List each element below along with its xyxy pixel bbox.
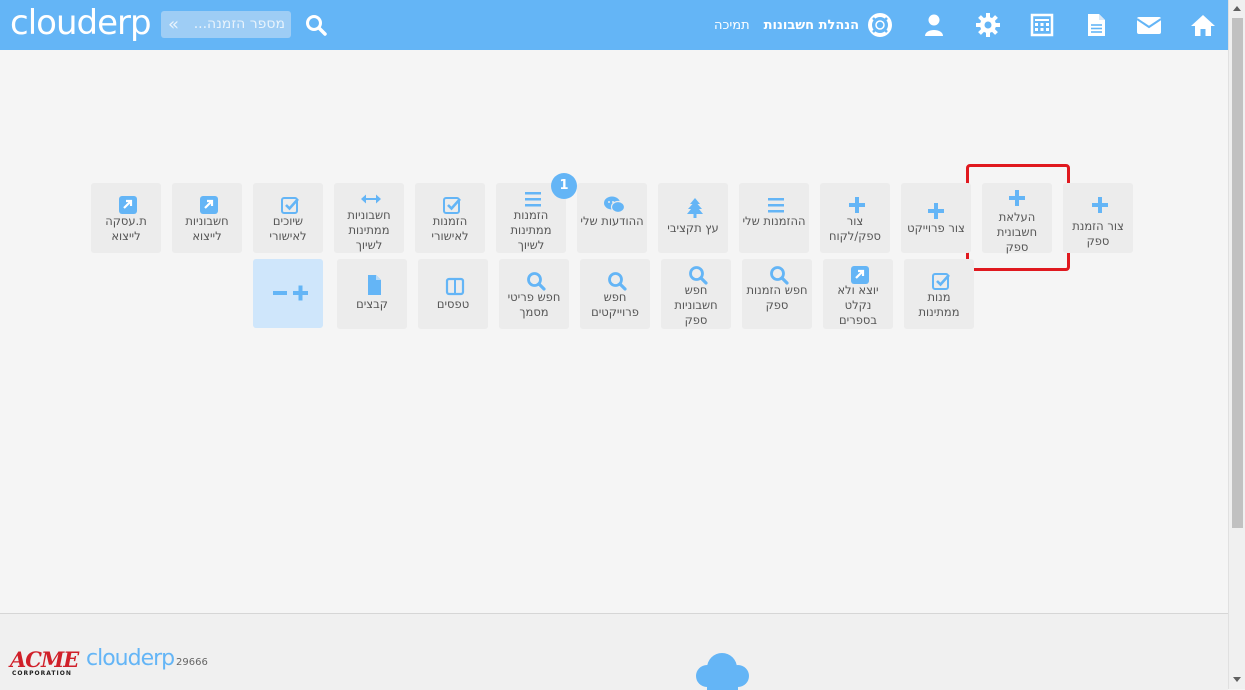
tile-files[interactable]: קבצים bbox=[337, 259, 407, 329]
app-logo[interactable]: clouderp bbox=[10, 3, 152, 43]
order-search-input[interactable]: « מספר הזמנה... bbox=[161, 11, 291, 38]
tile-label: צור ספק/לקוח bbox=[828, 214, 882, 243]
tile-pending-batches[interactable]: מנות ממתינות bbox=[904, 259, 974, 329]
plus-icon bbox=[849, 197, 865, 213]
tile-label: חפש פריטי מסמך bbox=[507, 290, 561, 319]
version-number: 29666 bbox=[176, 657, 208, 668]
columns-icon bbox=[445, 277, 465, 296]
tile-my-messages[interactable]: ההודעות שלי bbox=[577, 183, 647, 253]
chat-icon bbox=[604, 196, 625, 214]
tile-create-supplier-customer[interactable]: צור ספק/לקוח bbox=[820, 183, 890, 253]
plus-icon bbox=[1009, 190, 1025, 206]
tile-search-projects[interactable]: חפש פרוייקטים bbox=[580, 259, 650, 329]
search-icon bbox=[608, 272, 627, 291]
top-bar: clouderp « מספר הזמנה... הנהלת חשבונות תמ… bbox=[0, 0, 1228, 50]
tile-label: טפסים bbox=[436, 297, 470, 311]
tile-invoices-pending-assignment[interactable]: חשבוניות ממתינות לשיוך bbox=[334, 183, 404, 253]
list-icon bbox=[525, 192, 541, 207]
mail-icon[interactable] bbox=[1136, 12, 1162, 38]
file-icon bbox=[368, 275, 381, 295]
search-placeholder: מספר הזמנה... bbox=[193, 16, 285, 32]
tile-budget-tree[interactable]: עץ תקציבי bbox=[658, 183, 728, 253]
plus-icon bbox=[928, 203, 944, 219]
scroll-up-arrow-icon[interactable] bbox=[1233, 6, 1241, 11]
tile-label: צור הזמנת ספק bbox=[1072, 219, 1124, 248]
tile-label: עץ תקציבי bbox=[667, 221, 719, 235]
tile-label: העלאת חשבונית ספק bbox=[996, 210, 1038, 254]
top-nav: הנהלת חשבונות תמיכה bbox=[700, 14, 859, 36]
export-icon bbox=[200, 196, 218, 214]
tile-label: מנות ממתינות bbox=[918, 290, 960, 319]
plus-icon bbox=[1092, 197, 1108, 213]
tile-invoices-for-export[interactable]: חשבוניות לייצוא bbox=[172, 183, 242, 253]
export-icon bbox=[851, 266, 869, 284]
footer-clouderp-logo: clouderp bbox=[86, 646, 175, 671]
scroll-down-arrow-icon[interactable] bbox=[1233, 677, 1241, 682]
tile-label: יוצא ולא נקלט בספרים bbox=[837, 283, 879, 327]
acme-logo-sub: CORPORATION bbox=[12, 670, 72, 677]
export-icon bbox=[119, 196, 137, 214]
tree-icon bbox=[687, 198, 703, 218]
tile-label: חפש חשבוניות ספק bbox=[674, 283, 718, 327]
check-icon bbox=[932, 273, 950, 290]
double-chevron-left-icon[interactable]: « bbox=[168, 11, 179, 38]
tile-label: חפש פרוייקטים bbox=[591, 290, 639, 319]
tile-label: חשבוניות לייצוא bbox=[185, 214, 229, 243]
tile-exported-not-recorded[interactable]: יוצא ולא נקלט בספרים bbox=[823, 259, 893, 329]
tile-label: ההזמנות שלי bbox=[742, 214, 806, 228]
gear-icon[interactable] bbox=[975, 12, 1001, 38]
cloud-icon bbox=[696, 653, 749, 690]
search-icon[interactable] bbox=[304, 12, 328, 38]
check-icon bbox=[443, 197, 461, 214]
search-icon bbox=[689, 266, 708, 285]
lifebuoy-icon[interactable] bbox=[867, 12, 893, 38]
user-icon[interactable] bbox=[921, 12, 947, 38]
tile-label: שיוכים לאישורי bbox=[269, 214, 307, 243]
minus-plus-icon bbox=[273, 285, 308, 301]
search-icon bbox=[527, 272, 546, 291]
tile-transactions-for-export[interactable]: ת.עסקה לייצוא bbox=[91, 183, 161, 253]
tile-orders-for-approval[interactable]: הזמנות לאישורי bbox=[415, 183, 485, 253]
home-icon[interactable] bbox=[1190, 12, 1216, 38]
check-icon bbox=[281, 197, 299, 214]
nav-accounting[interactable]: הנהלת חשבונות bbox=[764, 18, 859, 33]
footer: ACME CORPORATION clouderp 29666 bbox=[0, 613, 1228, 690]
list-icon bbox=[768, 198, 784, 213]
acme-logo: ACME bbox=[10, 647, 79, 672]
arrows-icon bbox=[361, 194, 381, 204]
tile-search-supplier-invoices[interactable]: חפש חשבוניות ספק bbox=[661, 259, 731, 329]
tile-label: ת.עסקה לייצוא bbox=[105, 214, 147, 243]
tile-upload-supplier-invoice[interactable]: העלאת חשבונית ספק bbox=[982, 183, 1052, 254]
edit-tiles-button[interactable] bbox=[253, 259, 323, 328]
tile-create-supplier-order[interactable]: צור הזמנת ספק bbox=[1063, 183, 1133, 253]
calculator-icon[interactable] bbox=[1029, 12, 1055, 38]
tile-my-orders[interactable]: ההזמנות שלי bbox=[739, 183, 809, 253]
tile-label: קבצים bbox=[356, 297, 388, 311]
tile-label: ההודעות שלי bbox=[580, 214, 644, 228]
tile-label: חשבוניות ממתינות לשיוך bbox=[347, 208, 391, 252]
tile-label: הזמנות ממתינות לשיוך bbox=[510, 208, 552, 252]
scroll-thumb[interactable] bbox=[1232, 18, 1243, 528]
tile-assignments-for-approval[interactable]: שיוכים לאישורי bbox=[253, 183, 323, 253]
tile-label: צור פרוייקט bbox=[907, 221, 965, 235]
tile-label: חפש הזמנות ספק bbox=[746, 283, 808, 312]
tile-search-document-items[interactable]: חפש פריטי מסמך bbox=[499, 259, 569, 329]
tile-search-supplier-orders[interactable]: חפש הזמנות ספק bbox=[742, 259, 812, 329]
nav-support[interactable]: תמיכה bbox=[714, 18, 750, 33]
notification-badge: 1 bbox=[551, 173, 577, 199]
tile-label: הזמנות לאישורי bbox=[431, 214, 469, 243]
vertical-scrollbar[interactable] bbox=[1228, 0, 1245, 689]
search-icon bbox=[770, 266, 789, 285]
tile-create-project[interactable]: צור פרוייקט bbox=[901, 183, 971, 253]
document-icon[interactable] bbox=[1083, 12, 1109, 38]
tile-forms[interactable]: טפסים bbox=[418, 259, 488, 329]
